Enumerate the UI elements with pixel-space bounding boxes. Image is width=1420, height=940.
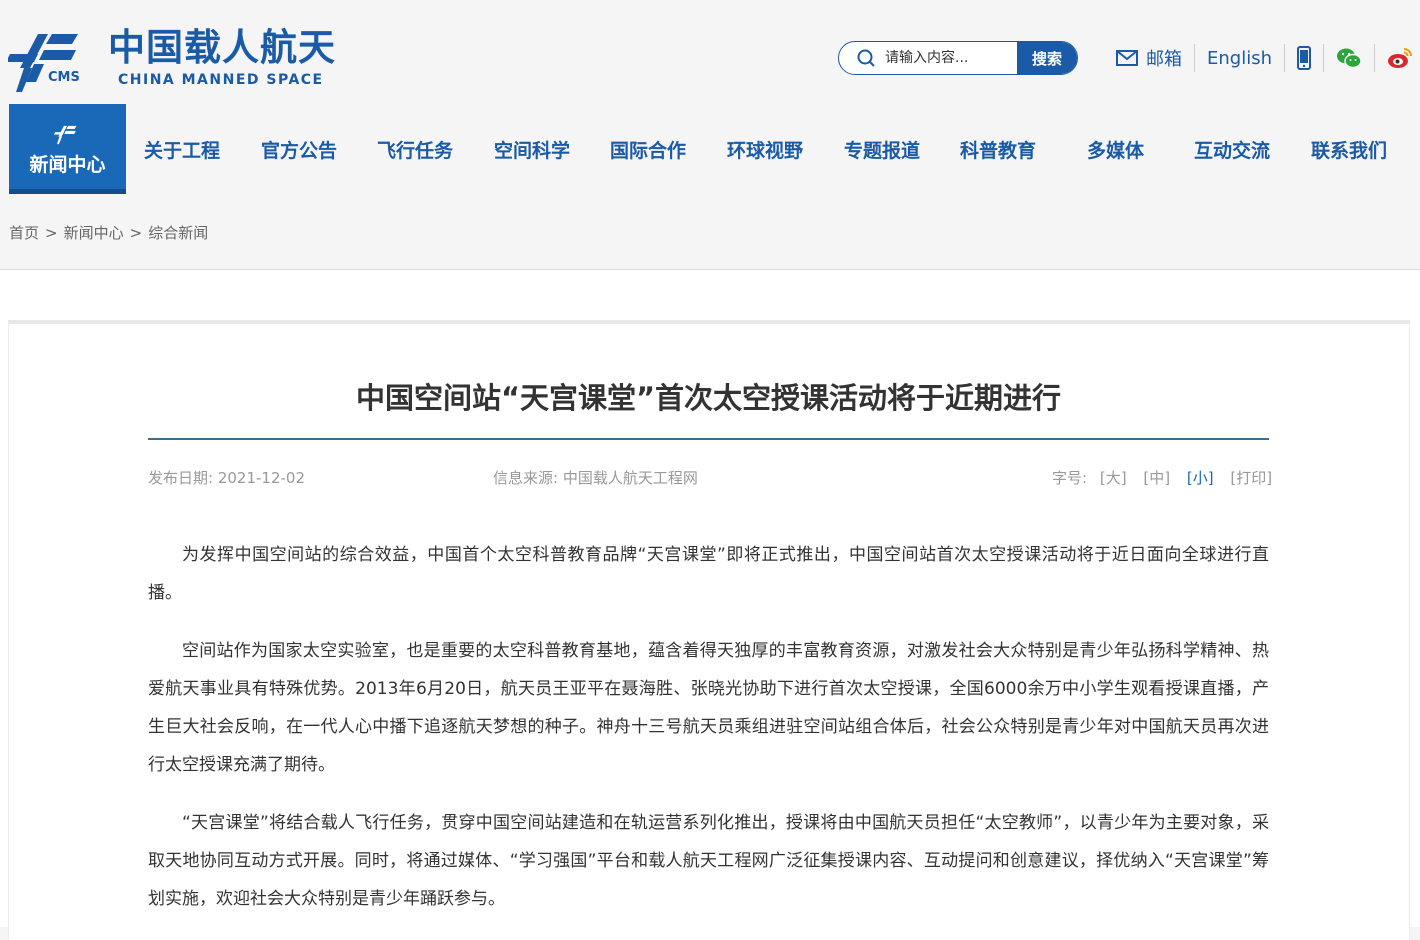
main-nav: 新闻中心 关于工程 官方公告 飞行任务 空间科学 国际合作 环球视野 专题报道 … xyxy=(9,104,1411,194)
nav-item-special-reports[interactable]: 专题报道 xyxy=(844,104,920,194)
mobile-link[interactable] xyxy=(1285,40,1323,76)
nav-item-contact[interactable]: 联系我们 xyxy=(1311,104,1387,194)
font-size-controls: 字号: [大] [中] [小] [打印] xyxy=(1052,467,1272,488)
nav-item-space-science[interactable]: 空间科学 xyxy=(494,104,570,194)
site-header: CMS 中国载人航天 CHINA MANNED SPACE 搜索 邮箱 Engl… xyxy=(0,0,1420,104)
cms-logo-icon xyxy=(8,34,78,92)
article-paragraph: “天宫课堂”将结合载人飞行任务，贯穿中国空间站建造和在轨运营系列化推出，授课将由… xyxy=(148,813,1269,909)
nav-item-about[interactable]: 关于工程 xyxy=(144,104,220,194)
header-divider xyxy=(0,269,1420,270)
breadcrumb-separator: > xyxy=(129,224,143,242)
wechat-icon xyxy=(1337,48,1362,69)
cms-mini-icon xyxy=(53,125,76,145)
article-paragraph: 为发挥中国空间站的综合效益，中国首个太空科普教育品牌“天宫课堂”即将正式推出，中… xyxy=(148,545,1269,603)
nav-item-missions[interactable]: 飞行任务 xyxy=(377,104,453,194)
search-input[interactable] xyxy=(885,42,1015,74)
font-size-label: 字号: xyxy=(1052,469,1088,487)
search-icon xyxy=(857,49,875,67)
logo-title-cn: 中国载人航天 xyxy=(108,26,336,69)
logo-mark-text: CMS xyxy=(48,70,80,85)
search-button[interactable]: 搜索 xyxy=(1017,42,1077,74)
mail-icon xyxy=(1116,50,1138,66)
weibo-icon xyxy=(1388,48,1412,68)
font-size-small[interactable]: [小] xyxy=(1187,469,1214,487)
font-size-large[interactable]: [大] xyxy=(1100,469,1127,487)
nav-item-news[interactable]: 新闻中心 xyxy=(9,104,126,194)
site-logo[interactable]: CMS 中国载人航天 CHINA MANNED SPACE xyxy=(8,24,335,100)
nav-item-global-view[interactable]: 环球视野 xyxy=(727,104,803,194)
nav-item-multimedia[interactable]: 多媒体 xyxy=(1087,104,1144,194)
article-source: 信息来源: 中国载人航天工程网 xyxy=(493,469,698,487)
nav-item-science-education[interactable]: 科普教育 xyxy=(960,104,1036,194)
mail-label: 邮箱 xyxy=(1146,49,1182,70)
nav-item-label: 新闻中心 xyxy=(29,154,106,176)
wechat-link[interactable] xyxy=(1324,40,1374,76)
article-paragraph: 空间站作为国家太空实验室，也是重要的太空科普教育基地，蕴含着得天独厚的丰富教育资… xyxy=(148,641,1269,775)
header-tools: 邮箱 English xyxy=(1104,40,1420,76)
publish-date: 发布日期: 2021-12-02 xyxy=(148,469,305,487)
article-body: 为发挥中国空间站的综合效益，中国首个太空科普教育品牌“天宫课堂”即将正式推出，中… xyxy=(148,536,1269,938)
search-box: 搜索 xyxy=(838,41,1078,75)
english-link[interactable]: English xyxy=(1195,40,1284,76)
breadcrumb: 首页 > 新闻中心 > 综合新闻 xyxy=(9,222,208,243)
weibo-link[interactable] xyxy=(1375,40,1420,76)
logo-title-en: CHINA MANNED SPACE xyxy=(118,72,324,88)
mail-link[interactable]: 邮箱 xyxy=(1104,40,1194,76)
article-title: 中国空间站“天宫课堂”首次太空授课活动将于近期进行 xyxy=(355,381,1062,415)
nav-item-interaction[interactable]: 互动交流 xyxy=(1194,104,1270,194)
nav-item-announcements[interactable]: 官方公告 xyxy=(261,104,337,194)
breadcrumb-home[interactable]: 首页 xyxy=(9,224,39,242)
mobile-phone-icon xyxy=(1297,46,1311,70)
print-link[interactable]: [打印] xyxy=(1230,469,1272,487)
title-divider xyxy=(148,438,1269,440)
nav-item-international[interactable]: 国际合作 xyxy=(610,104,686,194)
font-size-medium[interactable]: [中] xyxy=(1143,469,1170,487)
breadcrumb-separator: > xyxy=(45,224,58,242)
breadcrumb-news-center[interactable]: 新闻中心 xyxy=(64,224,124,242)
breadcrumb-general-news[interactable]: 综合新闻 xyxy=(148,224,208,242)
